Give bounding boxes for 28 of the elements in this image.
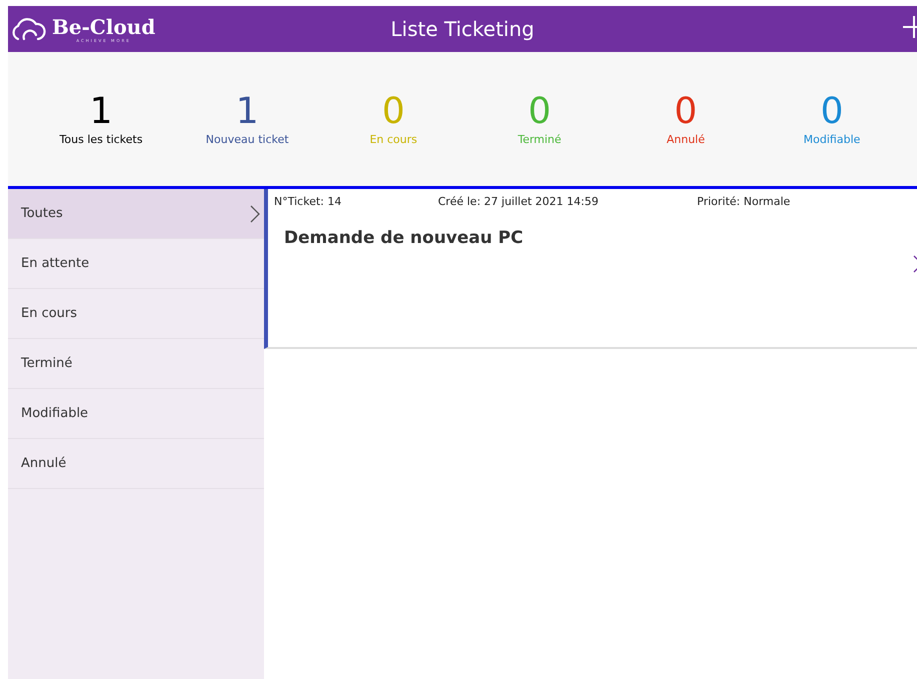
stat-count: 1 [236, 92, 259, 130]
page-title: Liste Ticketing [390, 17, 534, 41]
stat-label: Tous les tickets [60, 132, 143, 146]
sidebar-item[interactable]: En cours [8, 289, 264, 339]
stat-count: 0 [820, 92, 844, 130]
stat-count: 0 [674, 92, 698, 130]
stat-count: 0 [528, 92, 552, 130]
sidebar-item[interactable]: Annulé [8, 439, 264, 489]
sidebar-item[interactable]: En attente [8, 239, 264, 289]
ticket-number: N°Ticket: 14 [274, 195, 342, 208]
chevron-icon [250, 204, 260, 222]
ticket-title: Demande de nouveau PC [284, 228, 524, 248]
sidebar-item[interactable]: Terminé [8, 339, 264, 389]
stat-label: Terminé [518, 132, 562, 146]
stat-label: Modifiable [804, 132, 860, 146]
ticket-card[interactable]: N°Ticket: 14 Créé le: 27 juillet 2021 14:59 Priorité: Normale Demande de nouveau PC [264, 189, 917, 349]
stat-label: Annulé [666, 132, 705, 146]
sidebar-item[interactable]: Toutes [8, 189, 264, 239]
brand-name: Be-Cloud [52, 16, 156, 38]
stat-count: 1 [90, 92, 113, 130]
add-icon[interactable] [903, 16, 917, 38]
stat-label: En cours [370, 132, 418, 146]
stat-label: Nouveau ticket [206, 132, 289, 146]
ticket-priority: Priorité: Normale [697, 195, 790, 208]
stat-count: 0 [382, 92, 405, 130]
sidebar-item[interactable]: Modifiable [8, 389, 264, 439]
cloud-icon [10, 16, 46, 42]
ticket-date: Créé le: 27 juillet 2021 14:59 [438, 195, 600, 208]
